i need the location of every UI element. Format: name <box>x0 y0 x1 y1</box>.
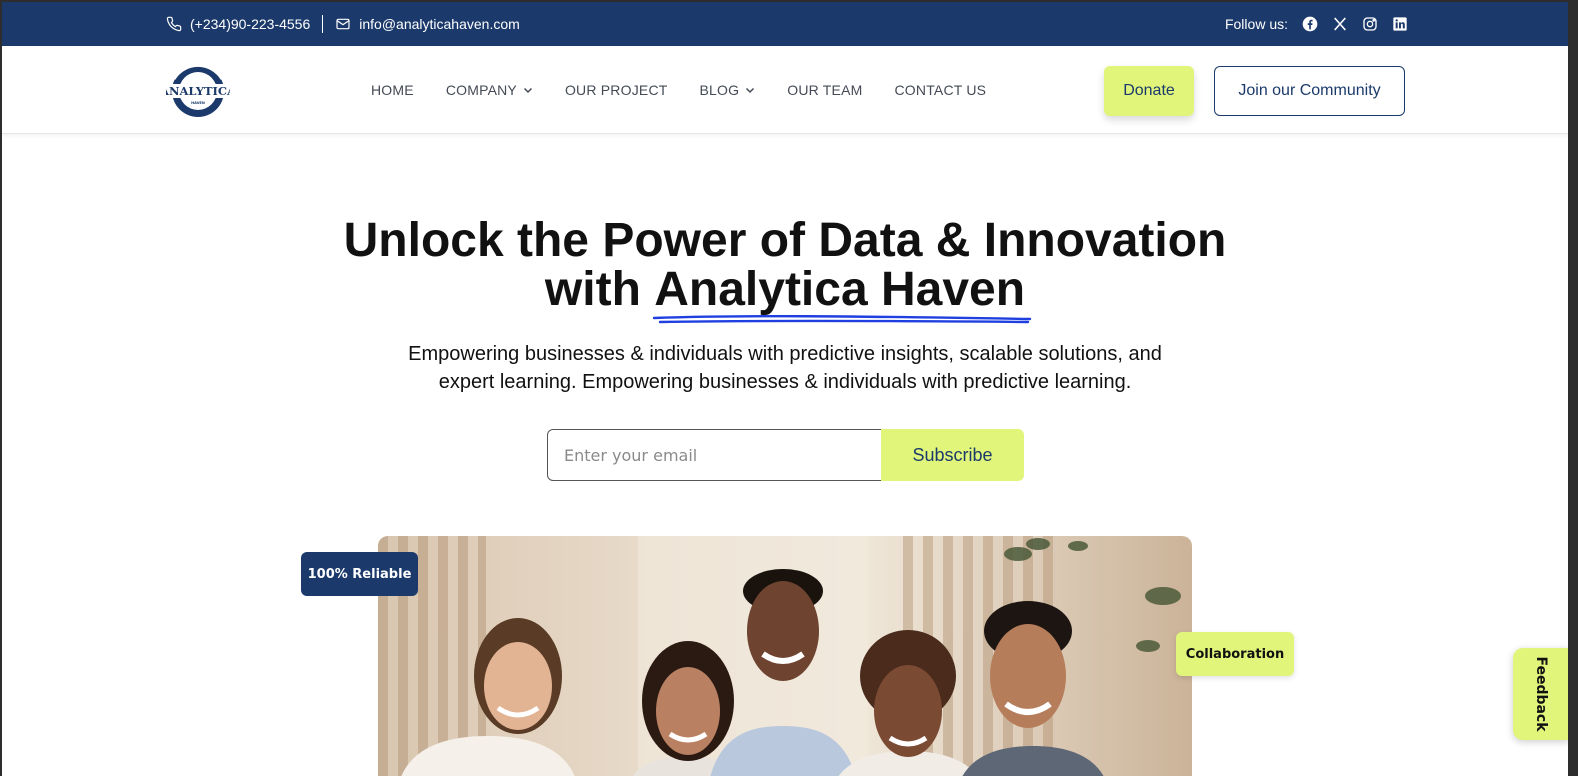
subscribe-form: Subscribe <box>547 429 1024 481</box>
follow-label: Follow us: <box>1224 16 1288 32</box>
hero-title-line1: Unlock the Power of Data & Innovation <box>343 214 1227 267</box>
instagram-icon[interactable] <box>1362 16 1378 32</box>
analytica-haven-logo[interactable]: ANALYTICA HAVEN <box>159 63 237 119</box>
logo-subtext: HAVEN <box>191 101 205 105</box>
hero-title-highlight: Analytica Haven <box>654 263 1026 316</box>
hero-title-highlight-wrap: Analytica Haven <box>653 263 1032 324</box>
top-contact-bar: (+234)90-223-4556 info@analyticahaven.co… <box>2 2 1568 46</box>
nav-menu: HOME COMPANY OUR PROJECT BLOG OUR TEAM C… <box>371 46 986 134</box>
nav-item-label: HOME <box>371 82 414 98</box>
divider <box>322 15 324 33</box>
nav-item-label: BLOG <box>699 82 740 98</box>
reliable-badge: 100% Reliable <box>301 552 418 596</box>
phone-icon <box>166 16 182 32</box>
feedback-tab[interactable]: Feedback <box>1513 648 1568 740</box>
x-icon[interactable] <box>1332 16 1348 32</box>
hero-title: Unlock the Power of Data & Innovation wi… <box>2 214 1568 324</box>
hero-subtitle: Empowering businesses & individuals with… <box>2 340 1568 396</box>
email-contact[interactable]: info@analyticahaven.com <box>335 16 520 32</box>
main-navbar: ANALYTICA HAVEN HOME COMPANY OUR PROJECT… <box>2 46 1568 134</box>
team-photo <box>378 536 1192 776</box>
nav-item-label: OUR TEAM <box>787 82 863 98</box>
collaboration-badge: Collaboration <box>1176 632 1294 676</box>
phone-number: (+234)90-223-4556 <box>190 16 311 32</box>
social-follow: Follow us: <box>1225 2 1408 46</box>
nav-item-our-project[interactable]: OUR PROJECT <box>565 82 668 98</box>
chevron-down-icon <box>745 85 755 95</box>
chevron-down-icon <box>523 85 533 95</box>
underline-scribble <box>653 314 1032 324</box>
feedback-label: Feedback <box>1533 656 1549 732</box>
nav-item-label: CONTACT US <box>894 82 987 98</box>
nav-item-contact-us[interactable]: CONTACT US <box>894 82 986 98</box>
email-input[interactable] <box>547 429 887 481</box>
subscribe-button[interactable]: Subscribe <box>881 429 1024 481</box>
email-address: info@analyticahaven.com <box>359 16 520 32</box>
browser-viewport: (+234)90-223-4556 info@analyticahaven.co… <box>2 2 1568 776</box>
linkedin-icon[interactable] <box>1392 16 1408 32</box>
donate-button[interactable]: Donate <box>1104 66 1194 116</box>
facebook-icon[interactable] <box>1302 16 1318 32</box>
nav-item-label: OUR PROJECT <box>564 82 668 98</box>
contact-info: (+234)90-223-4556 info@analyticahaven.co… <box>166 2 520 46</box>
logo-text: ANALYTICA <box>166 84 230 98</box>
social-links <box>1302 16 1408 32</box>
nav-item-our-team[interactable]: OUR TEAM <box>787 82 862 98</box>
join-community-button[interactable]: Join our Community <box>1214 66 1405 116</box>
hero-title-prefix: with <box>544 263 655 316</box>
nav-item-label: COMPANY <box>445 82 517 98</box>
phone-contact[interactable]: (+234)90-223-4556 <box>166 16 310 32</box>
mail-icon <box>335 16 351 32</box>
hero-subtitle-line1: Empowering businesses & individuals with… <box>408 343 1162 365</box>
nav-item-blog[interactable]: BLOG <box>700 82 756 98</box>
hero-subtitle-line2: expert learning. Empowering businesses &… <box>438 371 1132 393</box>
nav-item-home[interactable]: HOME <box>371 82 414 98</box>
nav-item-company[interactable]: COMPANY <box>446 82 533 98</box>
